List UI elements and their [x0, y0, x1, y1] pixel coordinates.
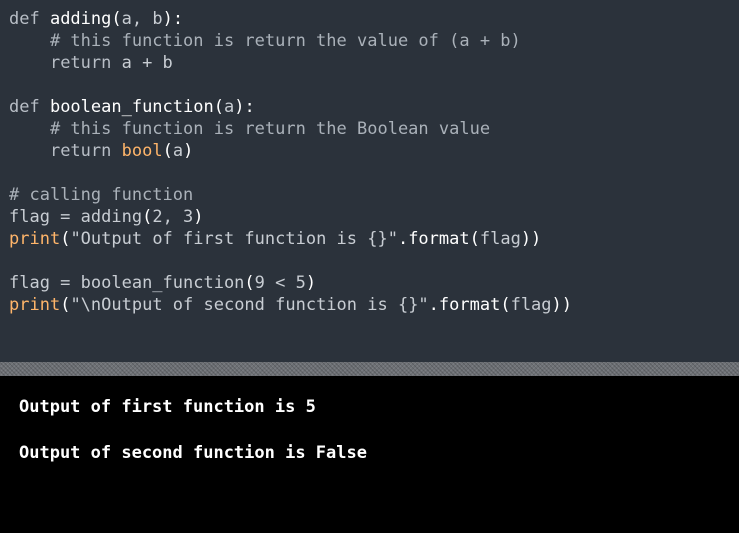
output-line: Output of first function is 5: [19, 397, 316, 417]
builtin: print: [9, 229, 61, 249]
punctuation: (: [500, 295, 511, 315]
punctuation: (: [162, 141, 173, 161]
code-line: # this function is return the Boolean va…: [9, 118, 739, 140]
code-line: # this function is return the value of (…: [9, 30, 739, 52]
punctuation: (: [111, 9, 122, 29]
method-name: .format: [397, 229, 470, 249]
argument: a: [172, 141, 184, 161]
arguments: 9 < 5: [254, 273, 306, 293]
punctuation: ): [193, 207, 204, 227]
code-line: # calling function: [9, 184, 739, 206]
assignment: flag =: [9, 273, 81, 293]
punctuation: ): [183, 141, 194, 161]
keyword: return: [49, 53, 112, 73]
code-line: print("\nOutput of second function is {}…: [9, 294, 739, 316]
punctuation: )): [520, 229, 542, 249]
assignment: flag =: [9, 207, 81, 227]
punctuation: (: [244, 273, 255, 293]
comment: # this function is return the Boolean va…: [49, 119, 491, 139]
function-name: boolean_function: [49, 97, 214, 117]
keyword: def: [9, 9, 50, 29]
builtin: print: [9, 295, 61, 315]
code-line: flag = adding(2, 3): [9, 206, 739, 228]
code-line: def adding(a, b):: [9, 8, 739, 30]
punctuation: ):: [234, 97, 255, 117]
punctuation: (: [142, 207, 153, 227]
punctuation: )): [551, 295, 573, 315]
code-line: def boolean_function(a):: [9, 96, 739, 118]
keyword: return: [49, 141, 112, 161]
punctuation: ): [305, 273, 317, 293]
comment: # this function is return the value of (…: [49, 31, 521, 51]
argument: flag: [479, 229, 521, 249]
method-name: .format: [428, 295, 501, 315]
string-literal: "Output of first function is {}": [70, 229, 398, 249]
parameters: a, b: [121, 9, 163, 29]
expression: a + b: [111, 53, 173, 73]
output-line: Output of second function is False: [19, 443, 367, 463]
output-console: Output of first function is 5 Output of …: [0, 376, 739, 533]
punctuation: (: [60, 295, 71, 315]
code-line: print("Output of first function is {}".f…: [9, 228, 739, 250]
code-line: flag = boolean_function(9 < 5): [9, 272, 739, 294]
parameters: a: [223, 97, 235, 117]
function-call: adding: [80, 207, 143, 227]
function-name: adding: [49, 9, 112, 29]
string-literal: "\nOutput of second function is {}": [70, 295, 429, 315]
code-line: return bool(a): [9, 140, 739, 162]
argument: flag: [510, 295, 552, 315]
comment: # calling function: [9, 185, 194, 205]
code-editor[interactable]: def adding(a, b): # this function is ret…: [0, 0, 739, 362]
keyword: def: [9, 97, 50, 117]
code-line: return a + b: [9, 52, 739, 74]
function-call: boolean_function: [80, 273, 245, 293]
punctuation: (: [213, 97, 224, 117]
builtin: bool: [121, 141, 163, 161]
panel-divider[interactable]: [0, 362, 739, 376]
punctuation: (: [60, 229, 71, 249]
punctuation: (: [469, 229, 480, 249]
punctuation: ):: [162, 9, 184, 29]
arguments: 2, 3: [152, 207, 194, 227]
